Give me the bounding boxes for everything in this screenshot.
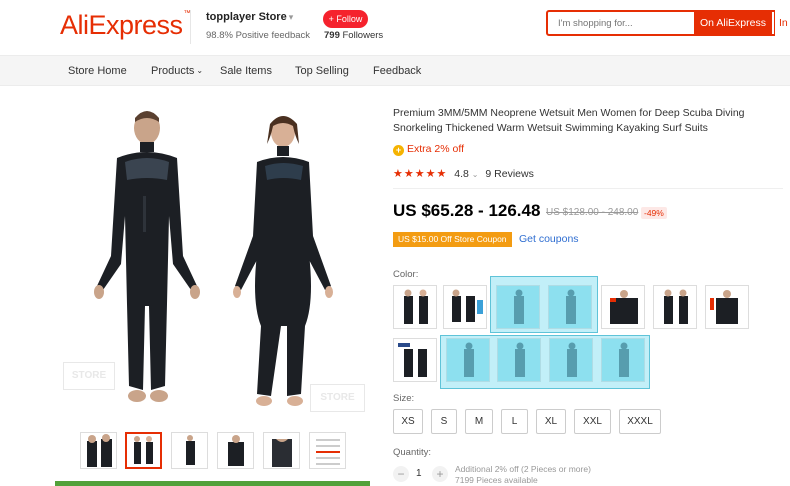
- chevron-down-icon: ⌄: [196, 66, 204, 75]
- followers-count: 799 Followers: [324, 30, 384, 41]
- size-option-xxxl[interactable]: XXXL: [619, 409, 661, 434]
- discount-badge: -49%: [641, 207, 667, 219]
- color-swatch[interactable]: [601, 285, 645, 329]
- watermark-stamp: STORE: [310, 384, 365, 412]
- divider: [393, 188, 783, 189]
- store-name[interactable]: topplayer Store ▾: [206, 11, 293, 23]
- size-option-m[interactable]: M: [465, 409, 493, 434]
- rating-value: 4.8: [454, 168, 469, 180]
- store-header: AliExpress™ topplayer Store ▾ 98.8% Posit…: [0, 0, 790, 54]
- quantity-label: Quantity:: [393, 447, 432, 458]
- original-price: US $128.00 - 248.00: [546, 207, 639, 218]
- reviews-link[interactable]: 9 Reviews: [485, 168, 533, 180]
- product-title: Premium 3MM/5MM Neoprene Wetsuit Men Wom…: [393, 107, 745, 134]
- size-option-xxl[interactable]: XXL: [574, 409, 611, 434]
- size-option-xs[interactable]: XS: [393, 409, 423, 434]
- extra-off-badge: + Extra 2% off: [393, 143, 464, 156]
- nav-products[interactable]: Products ⌄: [151, 65, 203, 77]
- size-option-s[interactable]: S: [431, 409, 457, 434]
- quantity-increase-button[interactable]: +: [432, 466, 448, 482]
- chevron-down-icon: ⌄: [471, 170, 479, 179]
- thumbnail-image[interactable]: [263, 432, 300, 469]
- nav-feedback[interactable]: Feedback: [373, 65, 421, 77]
- nav-sale-items[interactable]: Sale Items: [220, 65, 272, 77]
- get-coupons-link[interactable]: Get coupons: [519, 233, 579, 245]
- color-swatch[interactable]: [653, 285, 697, 329]
- follow-button[interactable]: + Follow: [323, 10, 368, 28]
- quantity-note: Additional 2% off (2 Pieces or more) 719…: [455, 464, 591, 486]
- thumbnail-image[interactable]: [309, 432, 346, 469]
- swatch-highlight: [490, 276, 598, 333]
- nav-top-selling[interactable]: Top Selling: [295, 65, 349, 77]
- size-option-xl[interactable]: XL: [536, 409, 566, 434]
- quantity-decrease-button[interactable]: −: [393, 466, 409, 482]
- store-nav: Store Home Products ⌄ Sale Items Top Sell…: [0, 55, 790, 86]
- thumbnail-strip: [80, 432, 350, 470]
- store-coupon-badge: US $15.00 Off Store Coupon: [393, 232, 512, 247]
- main-product-image[interactable]: STORE STORE: [55, 96, 375, 426]
- product-rating: ★★★★★ 4.8 ⌄ 9 Reviews: [393, 167, 534, 180]
- search-store-button[interactable]: In this store: [774, 10, 790, 36]
- nav-store-home[interactable]: Store Home: [68, 65, 127, 77]
- progress-bar: [55, 481, 370, 486]
- bulk-discount-note: Additional 2% off (2 Pieces or more): [455, 464, 591, 474]
- thumbnail-image[interactable]: [80, 432, 117, 469]
- positive-feedback: 98.8% Positive feedback: [206, 30, 311, 41]
- chevron-down-icon: ▾: [288, 12, 294, 22]
- pieces-available: 7199 Pieces available: [455, 475, 538, 485]
- quantity-value[interactable]: 1: [416, 468, 422, 479]
- color-swatch[interactable]: [443, 285, 487, 329]
- thumbnail-image[interactable]: [171, 432, 208, 469]
- color-swatch[interactable]: [393, 338, 437, 382]
- color-swatch[interactable]: [393, 285, 437, 329]
- swatch-highlight: [440, 335, 650, 389]
- size-label: Size:: [393, 393, 415, 404]
- thumbnail-image-selected[interactable]: [125, 432, 162, 469]
- color-label: Color:: [393, 269, 419, 280]
- star-rating-icon: ★★★★★: [393, 168, 448, 180]
- search-bar: On AliExpress In this store: [546, 10, 790, 36]
- plus-icon: +: [393, 145, 404, 156]
- color-swatch[interactable]: [705, 285, 749, 329]
- search-aliexpress-button[interactable]: On AliExpress: [694, 10, 772, 36]
- search-input[interactable]: [548, 12, 694, 34]
- thumbnail-image[interactable]: [217, 432, 254, 469]
- current-price: US $65.28 - 126.48: [393, 201, 541, 220]
- header-divider: [190, 10, 191, 44]
- watermark-stamp: STORE: [63, 362, 115, 390]
- size-option-l[interactable]: L: [501, 409, 528, 434]
- aliexpress-logo[interactable]: AliExpress™: [60, 10, 191, 41]
